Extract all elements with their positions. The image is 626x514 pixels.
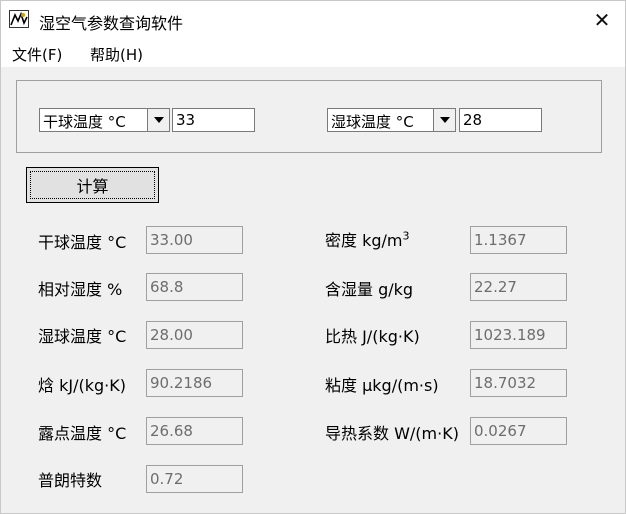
thermal-conductivity-output: 0.0267 (470, 417, 567, 445)
density-label-superscript: 3 (402, 229, 410, 243)
density-label-text: 密度 kg/m (325, 231, 403, 250)
main-window: 湿空气参数查询软件 ✕ 文件(F) 帮助(H) 干球温度 °C 33 湿球温度 … (0, 0, 626, 514)
param1-value-input[interactable]: 33 (172, 108, 255, 132)
dew-point-label: 露点温度 °C (38, 424, 127, 443)
viscosity-output: 18.7032 (470, 369, 567, 397)
close-button[interactable]: ✕ (579, 1, 625, 39)
enthalpy-label: 焓 kJ/(kg·K) (38, 376, 126, 395)
menu-file[interactable]: 文件(F) (12, 44, 62, 65)
menu-help[interactable]: 帮助(H) (90, 44, 143, 65)
close-icon: ✕ (593, 8, 611, 32)
wet-bulb-output: 28.00 (146, 321, 243, 349)
menu-bar: 文件(F) 帮助(H) (1, 39, 625, 67)
wet-bulb-label: 湿球温度 °C (38, 327, 127, 346)
specific-heat-output: 1023.189 (470, 321, 567, 349)
density-output: 1.1367 (470, 226, 567, 254)
chevron-down-icon[interactable] (433, 109, 455, 131)
app-icon (9, 10, 29, 28)
param1-select[interactable]: 干球温度 °C (39, 108, 170, 132)
title-bar: 湿空气参数查询软件 ✕ (1, 1, 625, 39)
calculate-button[interactable]: 计算 (26, 167, 159, 203)
enthalpy-output: 90.2186 (146, 369, 243, 397)
param1-selected-label: 干球温度 °C (43, 113, 126, 131)
dry-bulb-output: 33.00 (146, 226, 243, 254)
moisture-content-output: 22.27 (470, 273, 567, 301)
density-label: 密度 kg/m3 (325, 227, 410, 251)
moisture-content-label: 含湿量 g/kg (325, 280, 414, 299)
prandtl-output: 0.72 (146, 465, 243, 493)
dry-bulb-label: 干球温度 °C (38, 233, 127, 252)
viscosity-label: 粘度 μkg/(m·s) (325, 376, 439, 395)
specific-heat-label: 比热 J/(kg·K) (325, 327, 420, 346)
thermal-conductivity-label: 导热系数 W/(m·K) (325, 424, 459, 443)
dew-point-output: 26.68 (146, 417, 243, 445)
chevron-down-icon[interactable] (147, 109, 169, 131)
param2-select[interactable]: 湿球温度 °C (327, 108, 456, 132)
prandtl-label: 普朗特数 (38, 471, 103, 490)
relative-humidity-label: 相对湿度 % (38, 280, 123, 299)
param2-value-input[interactable]: 28 (459, 108, 542, 132)
relative-humidity-output: 68.8 (146, 273, 243, 301)
window-title: 湿空气参数查询软件 (39, 14, 184, 33)
param2-selected-label: 湿球温度 °C (331, 113, 414, 131)
calculate-button-label: 计算 (30, 171, 155, 199)
